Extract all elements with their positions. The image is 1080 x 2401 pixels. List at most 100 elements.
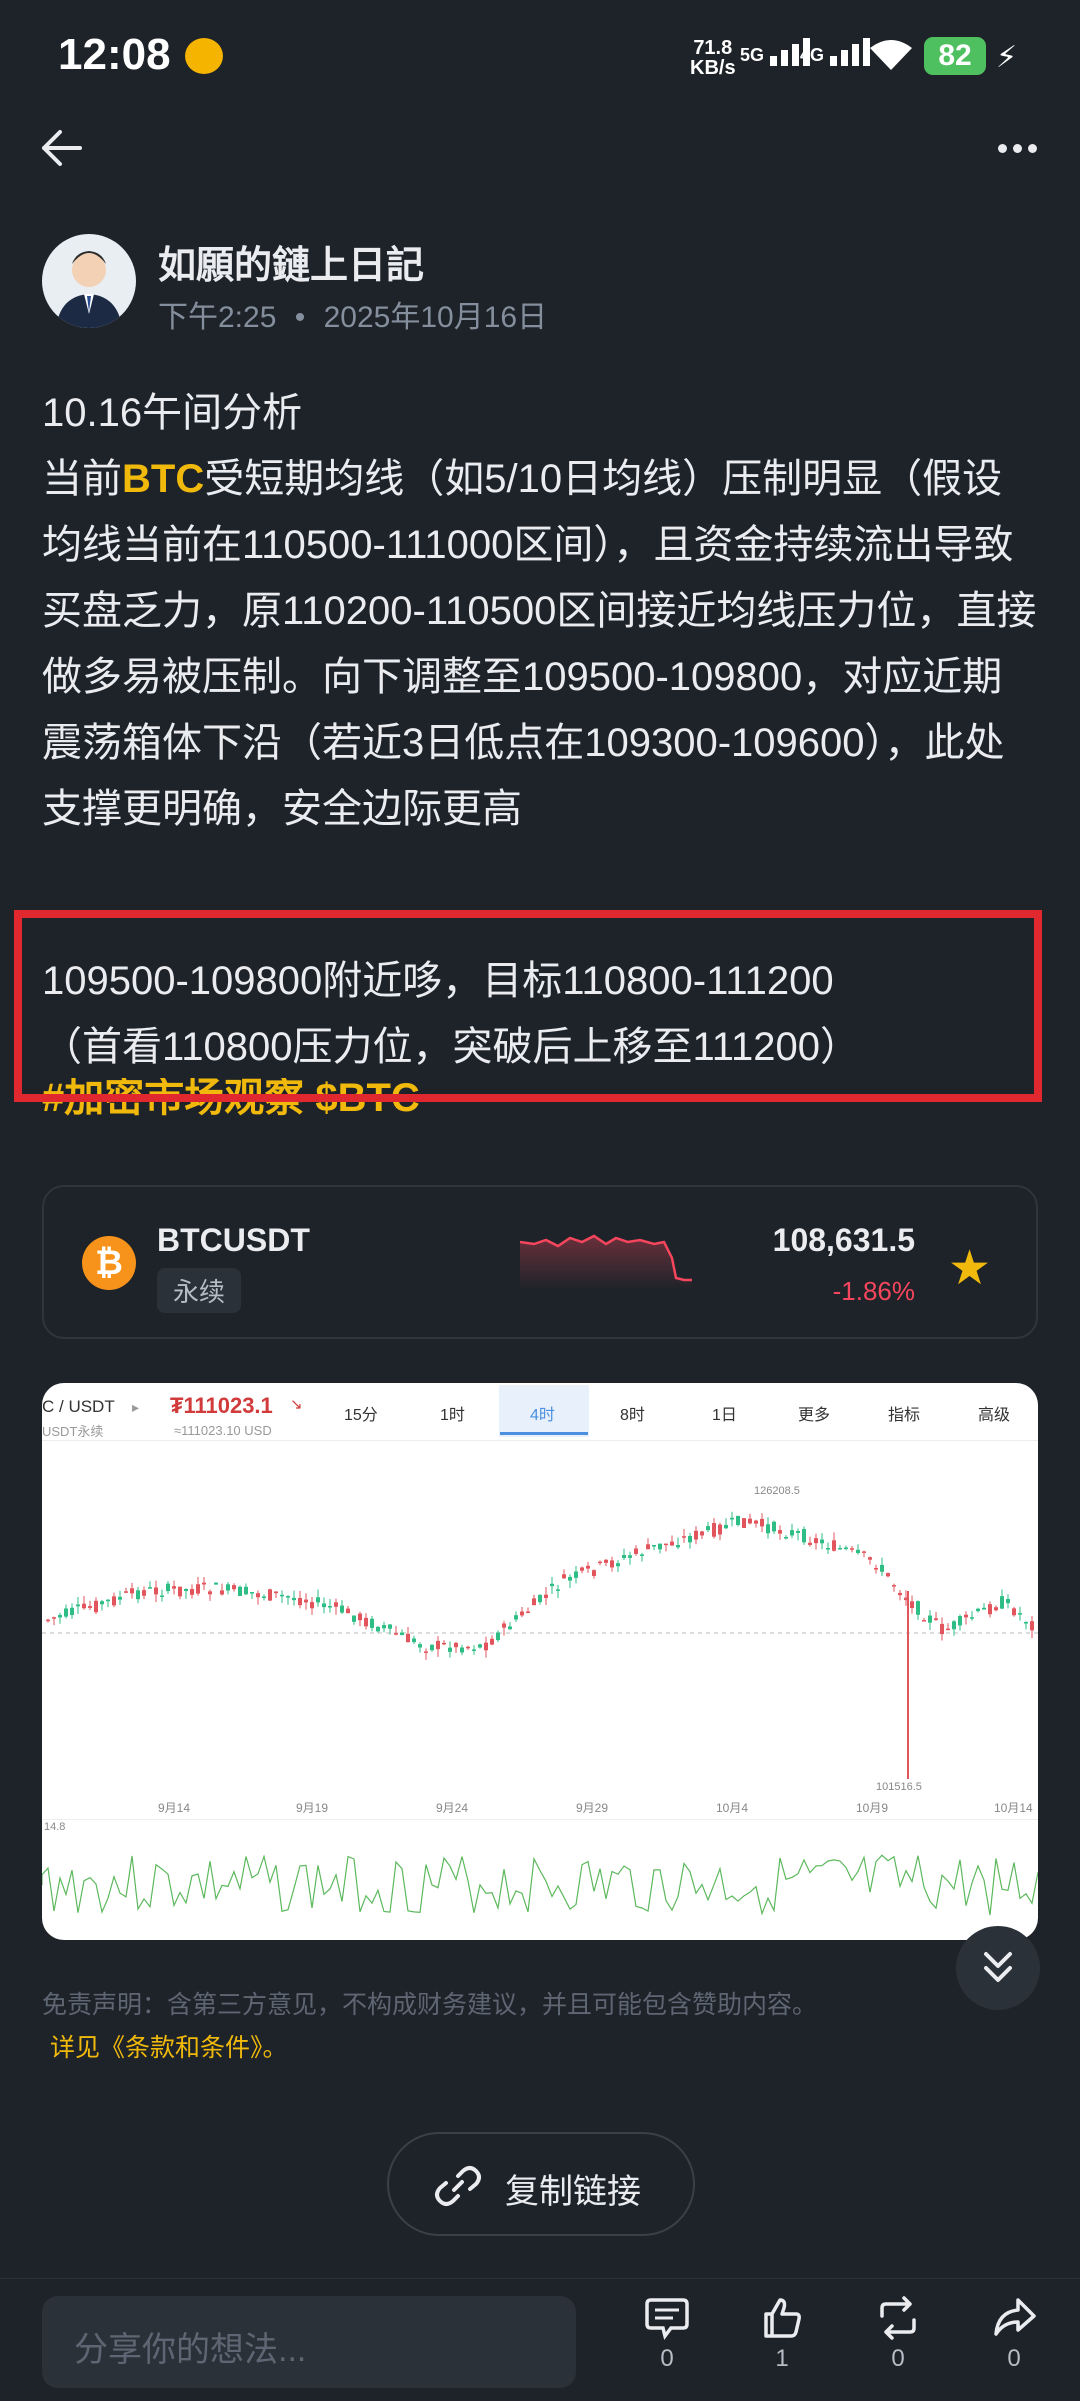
candle xyxy=(388,1624,392,1629)
candle xyxy=(790,1530,794,1536)
terms-link[interactable]: 详见《条款和条件》。 xyxy=(50,2028,288,2064)
candle xyxy=(838,1548,842,1550)
candle xyxy=(250,1592,254,1594)
candle xyxy=(862,1551,866,1553)
candle xyxy=(466,1646,470,1649)
avatar[interactable] xyxy=(42,234,136,328)
candle xyxy=(52,1617,56,1619)
candle xyxy=(304,1599,308,1603)
candle xyxy=(568,1576,572,1581)
indicator-line xyxy=(42,1854,1038,1916)
chart-tab[interactable]: 1时 xyxy=(440,1401,465,1425)
candle xyxy=(496,1632,500,1641)
author-name[interactable]: 如願的鏈上日記 xyxy=(158,234,424,289)
share-count: 0 xyxy=(1007,2345,1021,2372)
post-time: 下午2:25 xyxy=(158,301,277,334)
candle xyxy=(478,1644,482,1648)
candle xyxy=(544,1594,548,1599)
candle xyxy=(508,1626,512,1630)
chart-high-label: 126208.5 xyxy=(754,1485,800,1497)
candle xyxy=(268,1589,272,1601)
candle xyxy=(136,1590,140,1600)
candle xyxy=(826,1548,830,1550)
candle xyxy=(910,1601,914,1609)
chart-date-label: 10月9 xyxy=(856,1801,889,1815)
like-button[interactable]: 1 xyxy=(742,2296,822,2373)
candle xyxy=(736,1515,740,1525)
candle xyxy=(796,1530,800,1533)
candle xyxy=(712,1523,716,1537)
candle xyxy=(1012,1608,1016,1616)
back-arrow-icon[interactable] xyxy=(40,128,90,168)
copy-link-label: 复制链接 xyxy=(505,2173,641,2211)
candle xyxy=(670,1541,674,1546)
chart-low-label: 101516.5 xyxy=(876,1781,922,1793)
chart-date-label: 9月24 xyxy=(436,1801,469,1815)
candle xyxy=(178,1586,182,1597)
candle xyxy=(748,1518,752,1524)
candle xyxy=(238,1586,242,1596)
candle xyxy=(886,1573,890,1577)
candle xyxy=(352,1615,356,1622)
candle xyxy=(562,1574,566,1579)
candle xyxy=(502,1623,506,1628)
repost-icon xyxy=(880,2296,916,2340)
candle xyxy=(724,1524,728,1529)
candle xyxy=(622,1555,626,1559)
candle xyxy=(94,1600,98,1613)
scroll-down-button[interactable] xyxy=(956,1926,1040,2010)
share-button[interactable]: 0 xyxy=(974,2296,1054,2373)
net-speed: 71.8 KB/s xyxy=(690,37,736,79)
candle xyxy=(130,1588,134,1594)
candle xyxy=(334,1602,338,1607)
candle xyxy=(436,1640,440,1650)
candle xyxy=(364,1617,368,1627)
chart-tab[interactable]: 更多 xyxy=(798,1401,830,1425)
candle xyxy=(418,1644,422,1648)
candle xyxy=(448,1647,452,1652)
btc-link[interactable]: BTC xyxy=(122,457,204,501)
candle xyxy=(328,1606,332,1608)
more-options-icon[interactable] xyxy=(992,140,1037,158)
candle xyxy=(634,1548,638,1554)
chart-price-sub: ≈111023.10 USD xyxy=(174,1423,272,1438)
candle xyxy=(538,1594,542,1603)
wifi-icon xyxy=(868,38,914,77)
chart-tab[interactable]: 高级 xyxy=(978,1401,1010,1425)
weibo-icon xyxy=(185,38,223,74)
candle xyxy=(88,1606,92,1608)
chart-screenshot[interactable]: C / USDT ▸ USDT永续 ₮111023.1 ↘ ≈111023.10… xyxy=(42,1383,1038,1940)
candle xyxy=(646,1544,650,1550)
favorite-star-icon[interactable]: ★ xyxy=(948,1240,991,1296)
like-count: 1 xyxy=(775,2345,789,2372)
candle xyxy=(814,1538,818,1544)
candle xyxy=(112,1596,116,1606)
chart-tab[interactable]: 8时 xyxy=(620,1401,645,1425)
repost-button[interactable]: 0 xyxy=(858,2296,938,2373)
candle xyxy=(124,1591,128,1593)
comment-icon xyxy=(645,2298,689,2340)
comment-button[interactable]: 0 xyxy=(627,2296,707,2373)
candle xyxy=(154,1587,158,1595)
post-body: 10.16午间分析 当前BTC受短期均线（如5/10日均线）压制明显（假设均线当… xyxy=(42,380,1042,842)
candle xyxy=(172,1586,176,1589)
indicator-plot xyxy=(42,1854,1038,1916)
link-icon xyxy=(432,2160,484,2217)
share-icon xyxy=(994,2298,1036,2336)
candle xyxy=(226,1584,230,1591)
candle xyxy=(652,1544,656,1547)
candle xyxy=(640,1554,644,1556)
candle xyxy=(898,1592,902,1596)
candle xyxy=(682,1536,686,1538)
candle xyxy=(406,1633,410,1643)
chart-tab[interactable]: 指标 xyxy=(888,1401,920,1425)
chart-tab-active[interactable]: 4时 xyxy=(530,1401,555,1425)
chart-tab[interactable]: 15分 xyxy=(344,1401,378,1425)
candle xyxy=(580,1567,584,1571)
chart-tab[interactable]: 1日 xyxy=(712,1401,737,1425)
candle xyxy=(64,1608,68,1617)
chart-date-label: 9月19 xyxy=(296,1801,329,1815)
candle xyxy=(946,1628,950,1631)
candle xyxy=(274,1591,278,1594)
candle xyxy=(484,1642,488,1651)
